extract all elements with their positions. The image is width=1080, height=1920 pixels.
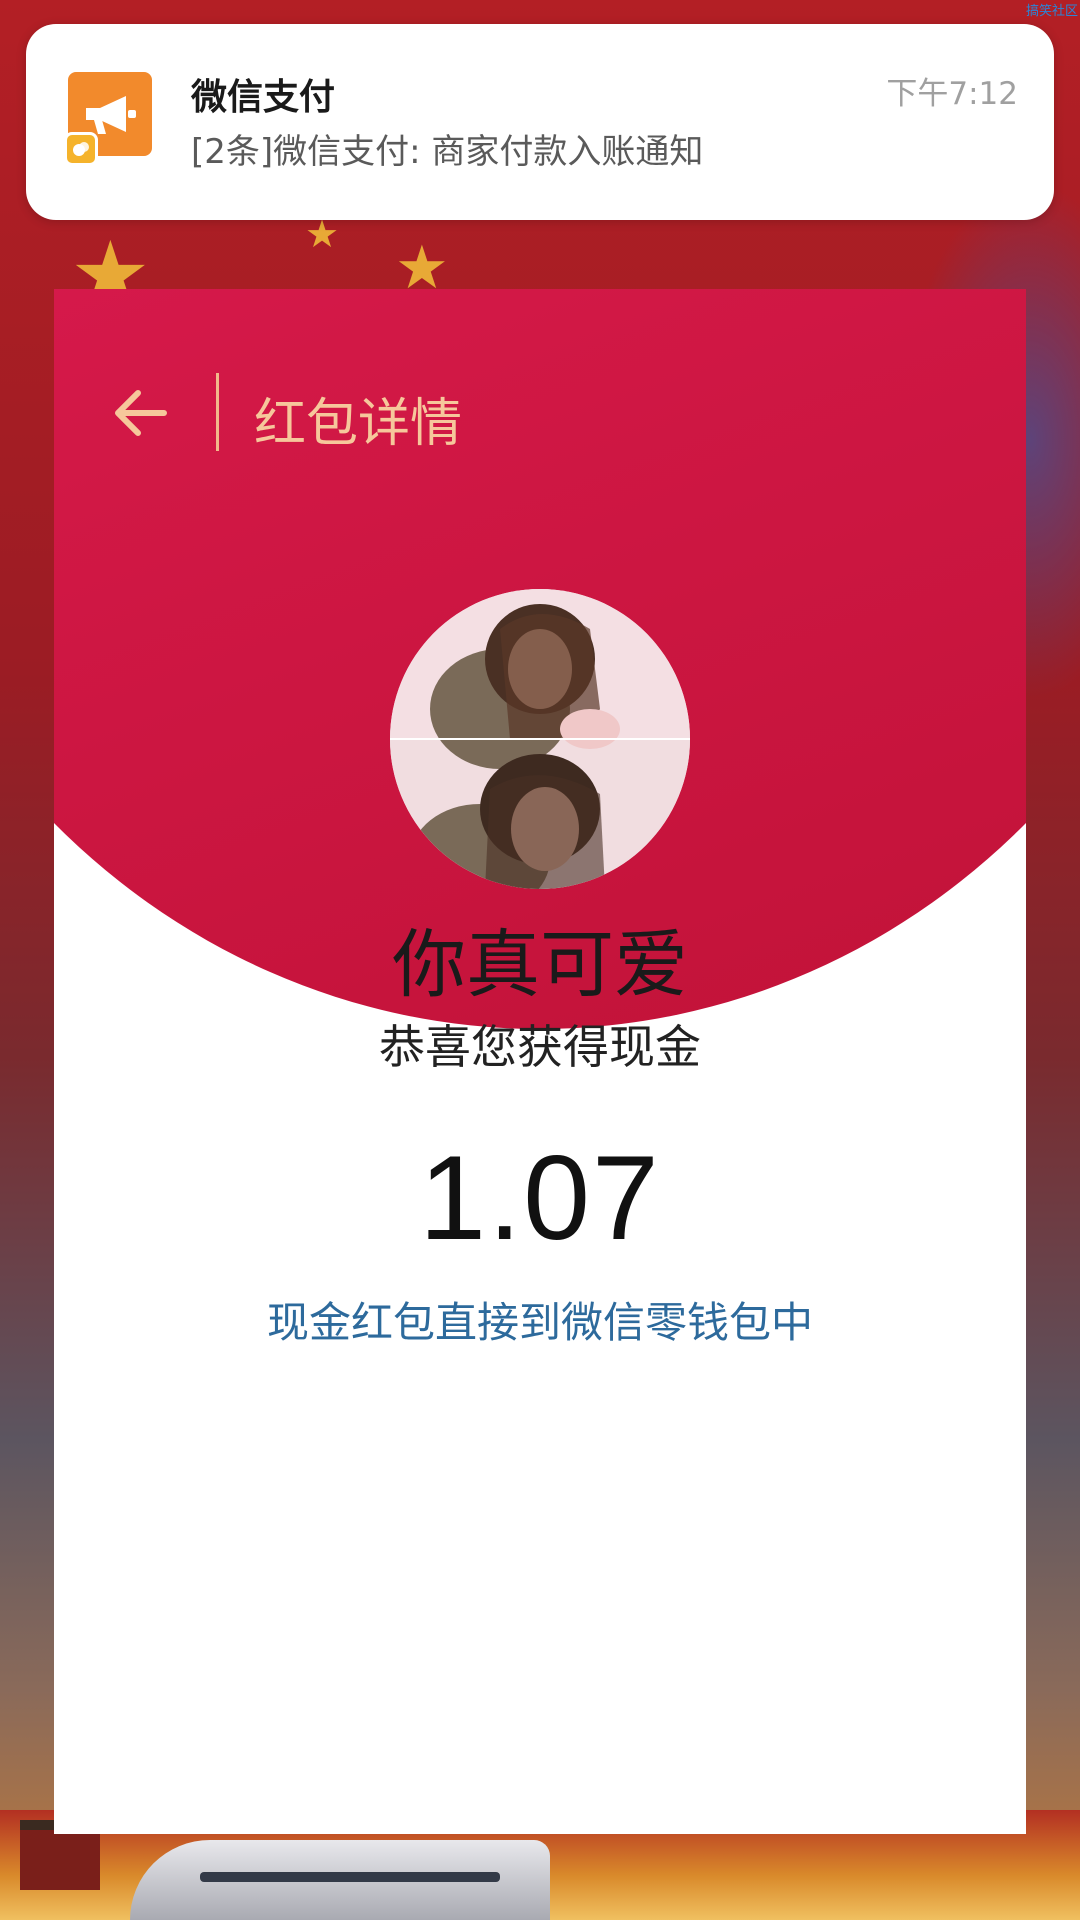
screen: ★ ★ ★ 搞笑社区 微信支付 下午7:12 [2条]微信支付: 商家付款入账通… [0, 0, 1080, 1920]
back-arrow-icon [115, 390, 167, 436]
avatar[interactable] [390, 589, 690, 889]
train-window-decoration [200, 1872, 500, 1882]
back-button[interactable] [110, 383, 170, 443]
wechat-pay-badge-icon [64, 132, 98, 166]
sender-name: 你真可爱 [392, 922, 688, 1008]
notification-banner[interactable]: 微信支付 下午7:12 [2条]微信支付: 商家付款入账通知 [26, 24, 1054, 220]
star-decoration-icon: ★ [305, 212, 340, 256]
watermark: 搞笑社区 [1025, 4, 1078, 19]
notification-body: [2条]微信支付: 商家付款入账通知 [191, 132, 704, 172]
header-divider [216, 373, 219, 451]
notification-time: 下午7:12 [886, 76, 1018, 112]
greeting-text: 恭喜您获得现金 [379, 1020, 701, 1074]
amount-value: 1.07 [419, 1131, 661, 1265]
notification-title: 微信支付 [191, 77, 336, 118]
red-packet-card: 红包详情 你真可爱 恭喜您获得现金 1.07 现金红包直接到微信零钱包中 [54, 289, 1026, 1834]
page-title: 红包详情 [254, 394, 463, 454]
wallet-link[interactable]: 现金红包直接到微信零钱包中 [54, 1289, 1026, 1350]
